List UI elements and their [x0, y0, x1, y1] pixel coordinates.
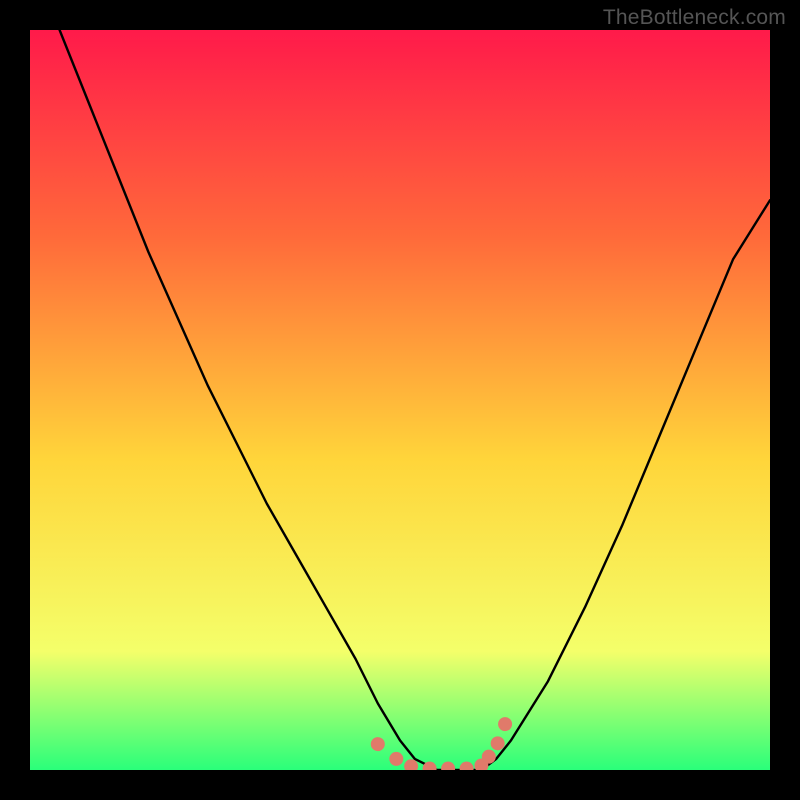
watermark-label: TheBottleneck.com	[603, 6, 786, 30]
plot-area	[30, 30, 770, 770]
marker-dot	[482, 750, 496, 764]
marker-dot	[371, 737, 385, 751]
gradient-background	[30, 30, 770, 770]
marker-dot	[491, 736, 505, 750]
marker-dot	[389, 752, 403, 766]
marker-dot	[498, 717, 512, 731]
chart-svg	[30, 30, 770, 770]
chart-frame: TheBottleneck.com	[0, 0, 800, 800]
